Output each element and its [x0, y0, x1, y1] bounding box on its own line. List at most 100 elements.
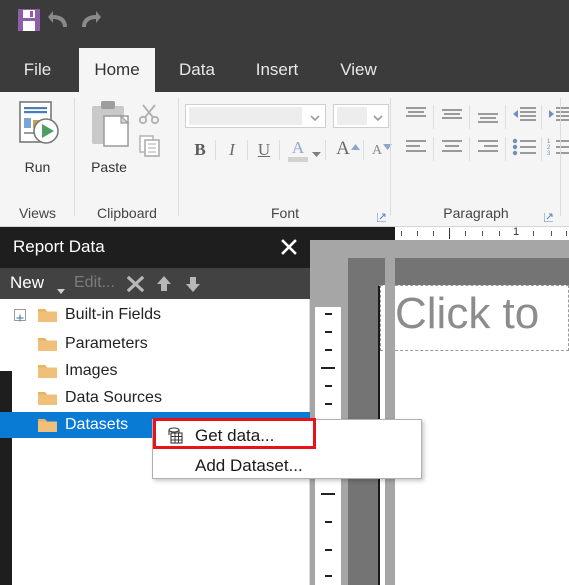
align-bottom-icon	[476, 105, 500, 130]
folder-icon	[38, 336, 57, 352]
close-icon[interactable]	[280, 238, 298, 256]
tree-item-images[interactable]: Images	[0, 358, 310, 384]
arrow-up-icon[interactable]	[155, 275, 173, 293]
tab-view[interactable]: View	[327, 48, 390, 92]
font-size-combobox[interactable]	[333, 104, 389, 128]
group-divider	[560, 98, 561, 216]
font-color-letter: A	[291, 137, 305, 157]
scissors-icon	[138, 102, 162, 131]
align-middle-button[interactable]	[437, 104, 467, 130]
grow-font-arrow-icon	[351, 138, 360, 156]
align-top-icon	[404, 105, 428, 130]
font-color-swatch	[288, 156, 308, 162]
context-menu-item-label: Add Dataset...	[195, 456, 303, 475]
report-data-header: Report Data	[0, 227, 310, 268]
folder-icon	[38, 390, 57, 406]
tree-item-label: Built-in Fields	[65, 306, 162, 323]
ribbon-group-clipboard: Paste Clipboard	[75, 92, 179, 226]
placeholder-text: Click to	[395, 289, 540, 338]
report-run-icon	[12, 98, 64, 155]
align-center-button[interactable]	[437, 136, 467, 162]
decrease-indent-icon	[511, 105, 537, 130]
textbox-placeholder[interactable]: Click to	[380, 285, 569, 351]
ribbon-group-font-label: Font	[270, 205, 299, 221]
paste-icon	[83, 98, 135, 155]
paragraph-dialog-launcher-icon[interactable]	[543, 209, 553, 223]
copy-icon	[138, 134, 162, 163]
copy-button[interactable]	[138, 134, 162, 163]
horizontal-ruler-scale: 1	[395, 227, 569, 240]
vertical-ruler-backdrop	[385, 240, 395, 585]
panel-title: Report Data	[13, 237, 105, 256]
font-color-dropdown-icon[interactable]	[312, 145, 321, 163]
align-middle-icon	[440, 105, 464, 130]
tab-home[interactable]: Home	[79, 48, 155, 92]
ribbon-tab-strip: File Home Data Insert View	[0, 48, 569, 92]
tree-item-label: Images	[65, 362, 118, 379]
bullet-list-button[interactable]	[509, 136, 539, 162]
numbered-list-button[interactable]: 1 2 3	[545, 136, 569, 162]
numbered-list-icon: 1 2 3	[547, 137, 569, 162]
expand-plus-icon[interactable]	[14, 309, 26, 322]
folder-icon	[38, 417, 57, 433]
context-menu[interactable]: Get data... Add Dataset...	[152, 419, 422, 479]
chevron-down-icon	[372, 111, 384, 123]
ribbon-group-views-label: Views	[18, 205, 57, 221]
arrow-down-icon[interactable]	[184, 275, 202, 293]
align-right-icon	[476, 137, 500, 162]
ribbon-group-clipboard-label: Clipboard	[97, 205, 157, 221]
tree-item-label: Data Sources	[65, 389, 162, 406]
new-button[interactable]: New	[10, 273, 44, 293]
tab-file[interactable]: File	[10, 48, 65, 92]
align-top-button[interactable]	[401, 104, 431, 130]
bullet-list-icon	[511, 137, 537, 162]
ribbon-group-font: B I U A A A Font	[179, 92, 392, 226]
context-menu-item-add-dataset[interactable]: Add Dataset...	[153, 451, 421, 481]
tree-item-built-in-fields[interactable]: Built-in Fields	[0, 302, 310, 328]
run-label: Run	[24, 159, 51, 175]
italic-button[interactable]: I	[221, 138, 243, 162]
database-table-icon	[167, 427, 184, 444]
ruler-number-1: 1	[513, 227, 520, 238]
tree-item-label: Datasets	[65, 416, 129, 433]
report-builder-window: File Home Data Insert View Run Views Pas…	[0, 0, 569, 585]
align-right-button[interactable]	[473, 136, 503, 162]
paste-label: Paste	[91, 159, 127, 175]
folder-icon	[38, 307, 57, 323]
undo-icon[interactable]	[47, 9, 73, 31]
underline-button[interactable]: U	[253, 138, 275, 162]
quick-access-toolbar	[0, 0, 569, 48]
delete-x-icon[interactable]	[126, 275, 145, 293]
save-icon[interactable]	[17, 8, 41, 32]
cut-button[interactable]	[138, 102, 162, 131]
decrease-indent-button[interactable]	[509, 104, 539, 130]
increase-indent-button[interactable]	[545, 104, 569, 130]
tab-data[interactable]: Data	[167, 48, 227, 92]
font-name-combobox[interactable]	[185, 104, 326, 128]
ribbon-group-paragraph-label: Paragraph	[443, 205, 509, 221]
folder-icon	[38, 363, 57, 379]
font-dialog-launcher-icon[interactable]	[376, 209, 386, 223]
context-menu-item-get-data[interactable]: Get data...	[153, 421, 421, 451]
svg-text:3: 3	[547, 151, 551, 157]
align-left-button[interactable]	[401, 136, 431, 162]
tree-item-label: Parameters	[65, 335, 148, 352]
align-left-icon	[404, 137, 428, 162]
ribbon-group-paragraph: 1 2 3 Paragraph	[391, 92, 569, 226]
tree-item-parameters[interactable]: Parameters	[0, 331, 310, 357]
chevron-down-icon	[309, 111, 321, 123]
align-bottom-button[interactable]	[473, 104, 503, 130]
tab-insert[interactable]: Insert	[241, 48, 313, 92]
ribbon: Run Views Paste Clipboard B I U A A A Fo…	[0, 92, 569, 227]
redo-icon[interactable]	[76, 9, 102, 31]
chevron-down-icon[interactable]	[57, 282, 65, 294]
report-data-panel: Report Data New Edit... Built-in Fields …	[0, 227, 310, 585]
font-color-button[interactable]: A	[285, 136, 311, 164]
bold-button[interactable]: B	[189, 138, 211, 162]
horizontal-ruler: 1	[310, 227, 569, 240]
tree-item-data-sources[interactable]: Data Sources	[0, 385, 310, 411]
increase-indent-icon	[547, 105, 569, 130]
report-data-toolbar: New Edit...	[0, 268, 310, 299]
context-menu-item-label: Get data...	[195, 426, 275, 445]
report-design-surface[interactable]: Click to 1	[310, 227, 569, 585]
